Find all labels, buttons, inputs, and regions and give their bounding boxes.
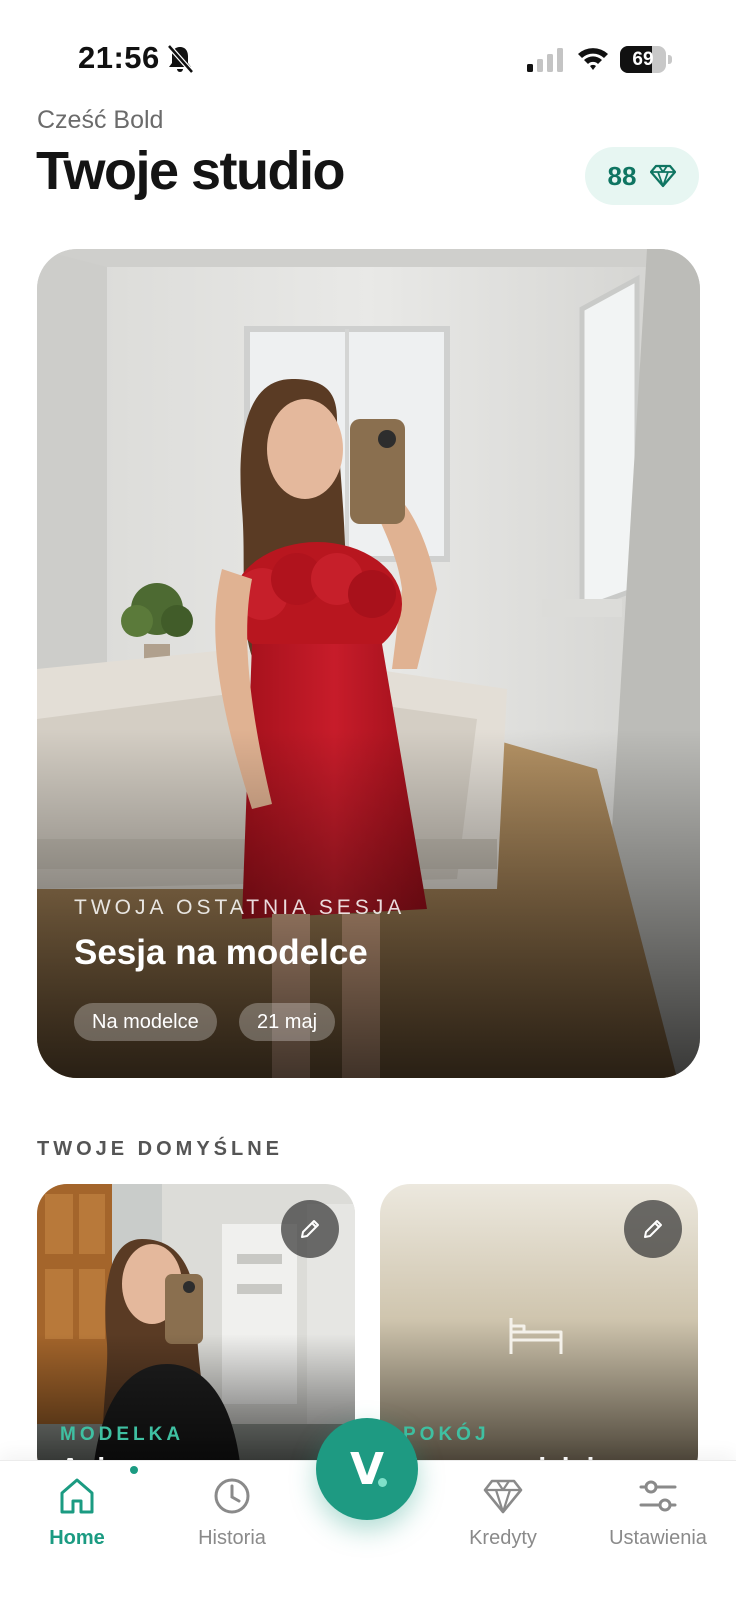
model-card-label: MODELKA	[60, 1424, 185, 1445]
battery-indicator: 69	[620, 46, 672, 73]
nav-home-label: Home	[49, 1527, 105, 1549]
bell-muted-icon	[167, 44, 194, 74]
status-time: 21:56	[78, 40, 160, 75]
new-session-button[interactable]: V	[316, 1418, 418, 1520]
nav-credits-label: Kredyty	[469, 1527, 537, 1549]
nav-settings-label: Ustawienia	[609, 1527, 707, 1549]
session-title: Sesja na modelce	[74, 933, 368, 972]
nav-credits[interactable]: Kredyty	[433, 1475, 573, 1550]
page-title: Twoje studio	[36, 141, 345, 201]
credits-value: 88	[607, 160, 637, 191]
sliders-icon	[639, 1480, 677, 1512]
nav-home[interactable]: Home	[7, 1475, 147, 1550]
default-room-card[interactable]: POKÓJ Jasna sypialnia	[380, 1184, 698, 1484]
pencil-icon	[644, 1220, 662, 1238]
greeting: Cześć Bold	[37, 106, 164, 134]
fab-logo: V	[349, 1443, 385, 1495]
session-label: TWOJA OSTATNIA SESJA	[74, 896, 406, 919]
nav-history[interactable]: Historia	[162, 1475, 302, 1550]
edit-room-button[interactable]	[624, 1200, 682, 1258]
last-session-card[interactable]: TWOJA OSTATNIA SESJA Sesja na modelce Na…	[37, 249, 700, 1078]
diamond-icon	[483, 1479, 523, 1514]
nav-settings[interactable]: Ustawienia	[588, 1475, 728, 1550]
wifi-icon	[578, 48, 608, 70]
bed-icon	[509, 1318, 563, 1354]
clock-icon	[214, 1478, 250, 1514]
room-card-label: POKÓJ	[403, 1424, 490, 1445]
battery-level: 69	[632, 49, 654, 70]
defaults-section-label: TWOJE DOMYŚLNE	[37, 1138, 284, 1160]
default-model-card[interactable]: MODELKA Ania	[37, 1184, 355, 1484]
session-type-chip: Na modelce	[74, 1003, 217, 1041]
credits-badge[interactable]: 88	[585, 147, 699, 205]
home-active-dot	[130, 1466, 138, 1474]
fab-logo-dot	[378, 1478, 387, 1487]
edit-model-button[interactable]	[281, 1200, 339, 1258]
home-icon	[60, 1478, 94, 1514]
signal-icon	[527, 48, 563, 72]
pencil-icon	[301, 1220, 319, 1238]
session-date-chip: 21 maj	[239, 1003, 336, 1041]
status-bar: 21:56 69	[0, 0, 736, 110]
nav-history-label: Historia	[198, 1527, 266, 1549]
diamond-icon	[650, 164, 677, 188]
